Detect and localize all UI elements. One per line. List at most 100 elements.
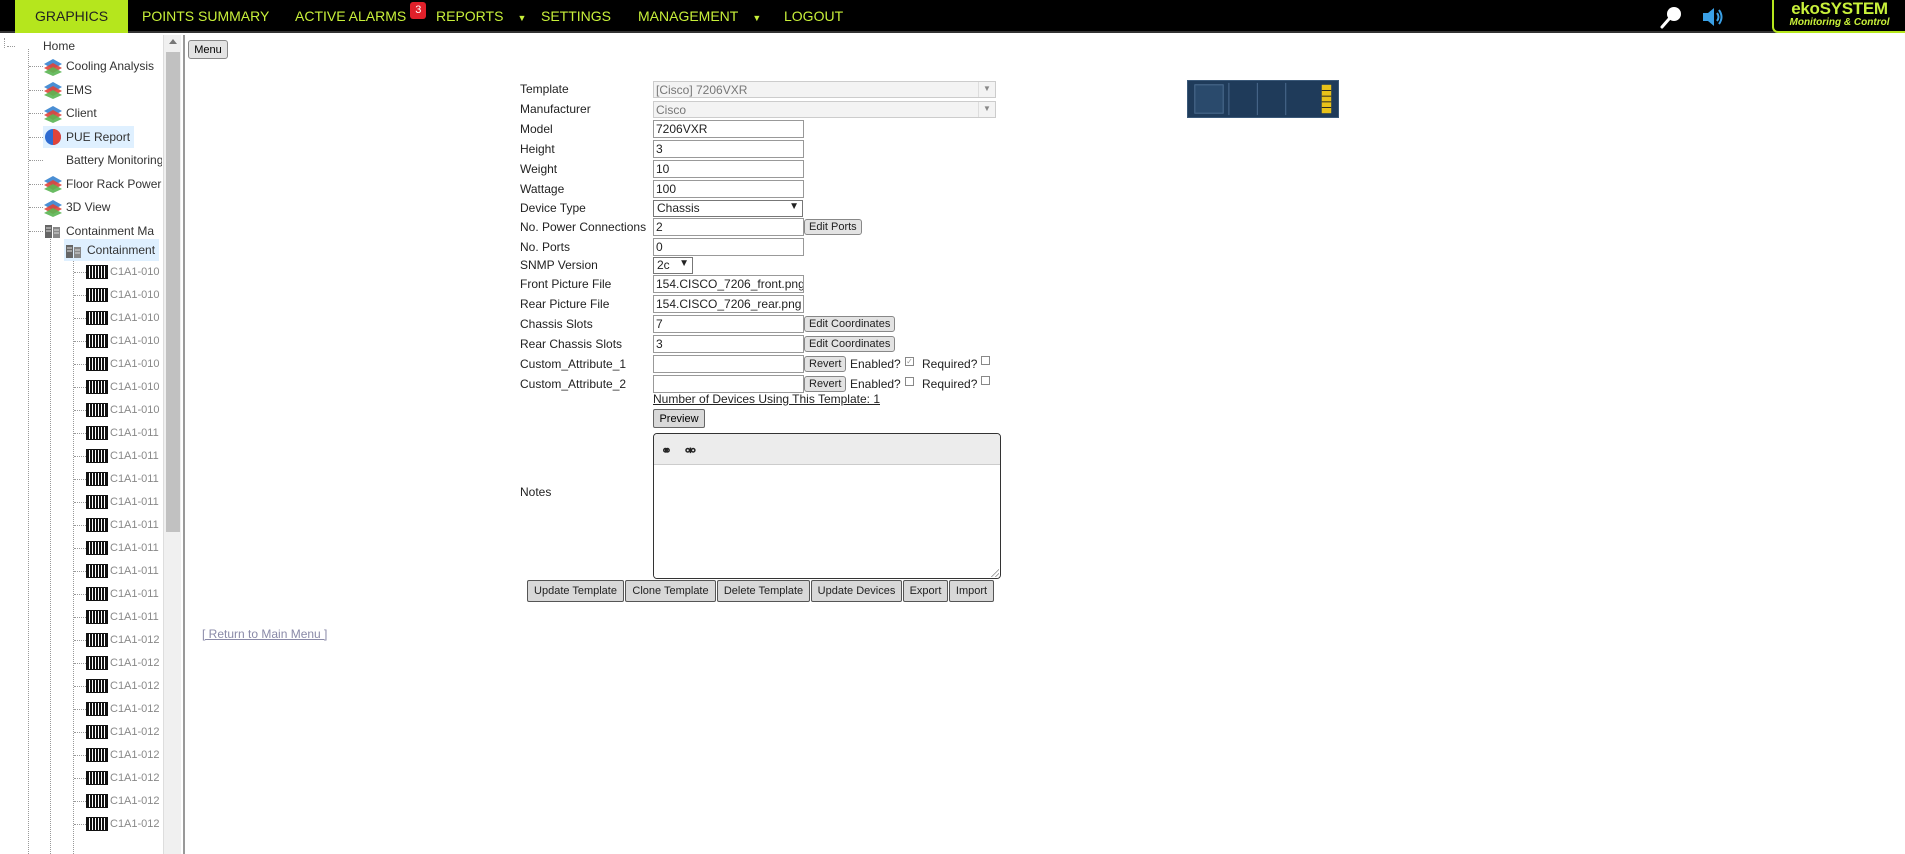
rear-picture-label: Rear Picture File: [520, 297, 610, 311]
tree-device-item[interactable]: C1A1-011: [86, 445, 159, 467]
manufacturer-select: Cisco ▼: [653, 101, 996, 118]
sidebar-item-containment-selected[interactable]: Containment: [64, 239, 160, 261]
model-label: Model: [520, 122, 553, 136]
tree-device-item[interactable]: C1A1-010: [86, 399, 160, 421]
device-type-select[interactable]: Chassis ▼: [653, 200, 803, 217]
rack-device-icon: [86, 334, 108, 349]
tree-device-item[interactable]: C1A1-012: [86, 767, 160, 789]
tree-root-home[interactable]: Home: [43, 35, 75, 57]
revert-2-button[interactable]: Revert: [804, 376, 847, 392]
speaker-icon[interactable]: [1700, 4, 1726, 30]
nav-active-alarms[interactable]: ACTIVE ALARMS 3: [295, 0, 427, 33]
snmp-version-select[interactable]: 2c ▼: [653, 257, 693, 274]
resize-handle-icon[interactable]: [991, 569, 999, 577]
unlink-icon[interactable]: ⚮: [685, 443, 696, 459]
tree-device-item[interactable]: C1A1-011: [86, 537, 159, 559]
tree-device-item[interactable]: C1A1-010: [86, 330, 160, 352]
tree-device-label: C1A1-011: [110, 611, 159, 623]
sidebar-item-label: Cooling Analysis: [66, 59, 155, 73]
ports-input[interactable]: 0: [653, 238, 804, 256]
tree-device-item[interactable]: C1A1-012: [86, 698, 160, 720]
model-input[interactable]: 7206VXR: [653, 120, 804, 138]
rear-picture-input[interactable]: 154.CISCO_7206_rear.png: [653, 295, 804, 313]
front-picture-input[interactable]: 154.CISCO_7206_front.png: [653, 275, 804, 293]
nav-management[interactable]: MANAGEMENT ▼: [638, 0, 761, 33]
tree-device-item[interactable]: C1A1-012: [86, 675, 160, 697]
enabled-1-checkbox[interactable]: ✓: [905, 357, 914, 366]
tree-device-item[interactable]: C1A1-012: [86, 652, 160, 674]
update-template-button[interactable]: Update Template: [527, 580, 624, 602]
delete-template-button[interactable]: Delete Template: [717, 580, 810, 602]
sidebar-item-ems[interactable]: EMS: [43, 79, 92, 101]
menu-button[interactable]: Menu: [188, 40, 228, 59]
nav-settings[interactable]: SETTINGS: [541, 0, 611, 33]
servers-icon: [66, 244, 81, 258]
custom-attribute-2-input[interactable]: [653, 375, 804, 393]
tree-device-item[interactable]: C1A1-010: [86, 284, 160, 306]
sidebar-item-pue-report[interactable]: PUE Report: [43, 125, 135, 148]
tree-device-item[interactable]: C1A1-011: [86, 606, 159, 628]
sidebar-divider[interactable]: [183, 35, 185, 854]
tree-device-item[interactable]: C1A1-012: [86, 721, 160, 743]
edit-ports-button[interactable]: Edit Ports: [804, 219, 862, 235]
sidebar-item-cooling-analysis[interactable]: Cooling Analysis: [43, 55, 154, 77]
scroll-up-icon[interactable]: [169, 39, 177, 44]
brand-logo: ekoSYSTEM Monitoring & Control: [1772, 0, 1905, 33]
sidebar-item-floor-rack-power[interactable]: Floor Rack Power: [43, 173, 161, 195]
tree-connector: [74, 801, 86, 802]
tree-device-label: C1A1-011: [110, 450, 159, 462]
tree-device-item[interactable]: C1A1-011: [86, 422, 159, 444]
scrollbar-thumb[interactable]: [166, 52, 180, 532]
tree-device-item[interactable]: C1A1-011: [86, 491, 159, 513]
search-icon[interactable]: [1659, 4, 1685, 30]
tree-device-item[interactable]: C1A1-010: [86, 307, 160, 329]
tree-device-item[interactable]: C1A1-012: [86, 744, 160, 766]
preview-button[interactable]: Preview: [653, 409, 705, 428]
nav-logout[interactable]: LOGOUT: [784, 0, 843, 33]
sidebar-item-3d-view[interactable]: 3D View: [43, 196, 110, 218]
edit-rear-coordinates-button[interactable]: Edit Coordinates: [804, 336, 896, 352]
tree-device-item[interactable]: C1A1-011: [86, 514, 159, 536]
devices-using-template-link[interactable]: Number of Devices Using This Template: 1: [653, 392, 880, 406]
sidebar-scrollbar[interactable]: [163, 35, 181, 854]
required-1-checkbox[interactable]: [981, 356, 990, 365]
export-button[interactable]: Export: [903, 580, 948, 602]
tree-device-item[interactable]: C1A1-011: [86, 583, 159, 605]
rack-device-icon: [86, 380, 108, 395]
enabled-2-checkbox[interactable]: [905, 377, 914, 386]
tree-device-item[interactable]: C1A1-012: [86, 790, 160, 812]
sidebar-item-battery-monitoring[interactable]: Battery Monitoring: [66, 149, 162, 171]
tree-device-item[interactable]: C1A1-012: [86, 629, 160, 651]
height-input[interactable]: 3: [653, 140, 804, 158]
sidebar-item-client[interactable]: Client: [43, 102, 97, 124]
power-connections-input[interactable]: 2: [653, 218, 804, 236]
custom-attribute-1-input[interactable]: [653, 355, 804, 373]
link-icon[interactable]: ⚭: [661, 443, 672, 459]
wattage-input[interactable]: 100: [653, 180, 804, 198]
rear-chassis-slots-input[interactable]: 3: [653, 335, 804, 353]
nav-points-summary[interactable]: POINTS SUMMARY: [142, 0, 269, 33]
tree-device-label: C1A1-012: [110, 680, 160, 692]
tree-device-item[interactable]: C1A1-011: [86, 560, 159, 582]
chassis-slots-input[interactable]: 7: [653, 315, 804, 333]
clone-template-button[interactable]: Clone Template: [625, 580, 716, 602]
edit-coordinates-button[interactable]: Edit Coordinates: [804, 316, 896, 332]
required-2-checkbox[interactable]: [981, 376, 990, 385]
revert-1-button[interactable]: Revert: [804, 356, 847, 372]
notes-textarea[interactable]: [654, 466, 1000, 578]
import-button[interactable]: Import: [949, 580, 994, 602]
update-devices-button[interactable]: Update Devices: [811, 580, 902, 602]
nav-graphics[interactable]: GRAPHICS: [15, 0, 129, 33]
tree-device-label: C1A1-012: [110, 634, 160, 646]
rack-device-icon: [86, 357, 108, 372]
tree-device-item[interactable]: C1A1-010: [86, 353, 160, 375]
return-to-main-menu-link[interactable]: [ Return to Main Menu ]: [202, 627, 327, 641]
enabled-2-label: Enabled?: [850, 377, 901, 391]
nav-reports[interactable]: REPORTS ▼: [436, 0, 526, 33]
weight-input[interactable]: 10: [653, 160, 804, 178]
tree-device-item[interactable]: C1A1-010: [86, 261, 160, 283]
nav-active-alarms-label: ACTIVE ALARMS: [295, 8, 407, 24]
tree-device-item[interactable]: C1A1-012: [86, 813, 160, 835]
tree-device-item[interactable]: C1A1-011: [86, 468, 159, 490]
tree-device-item[interactable]: C1A1-010: [86, 376, 160, 398]
